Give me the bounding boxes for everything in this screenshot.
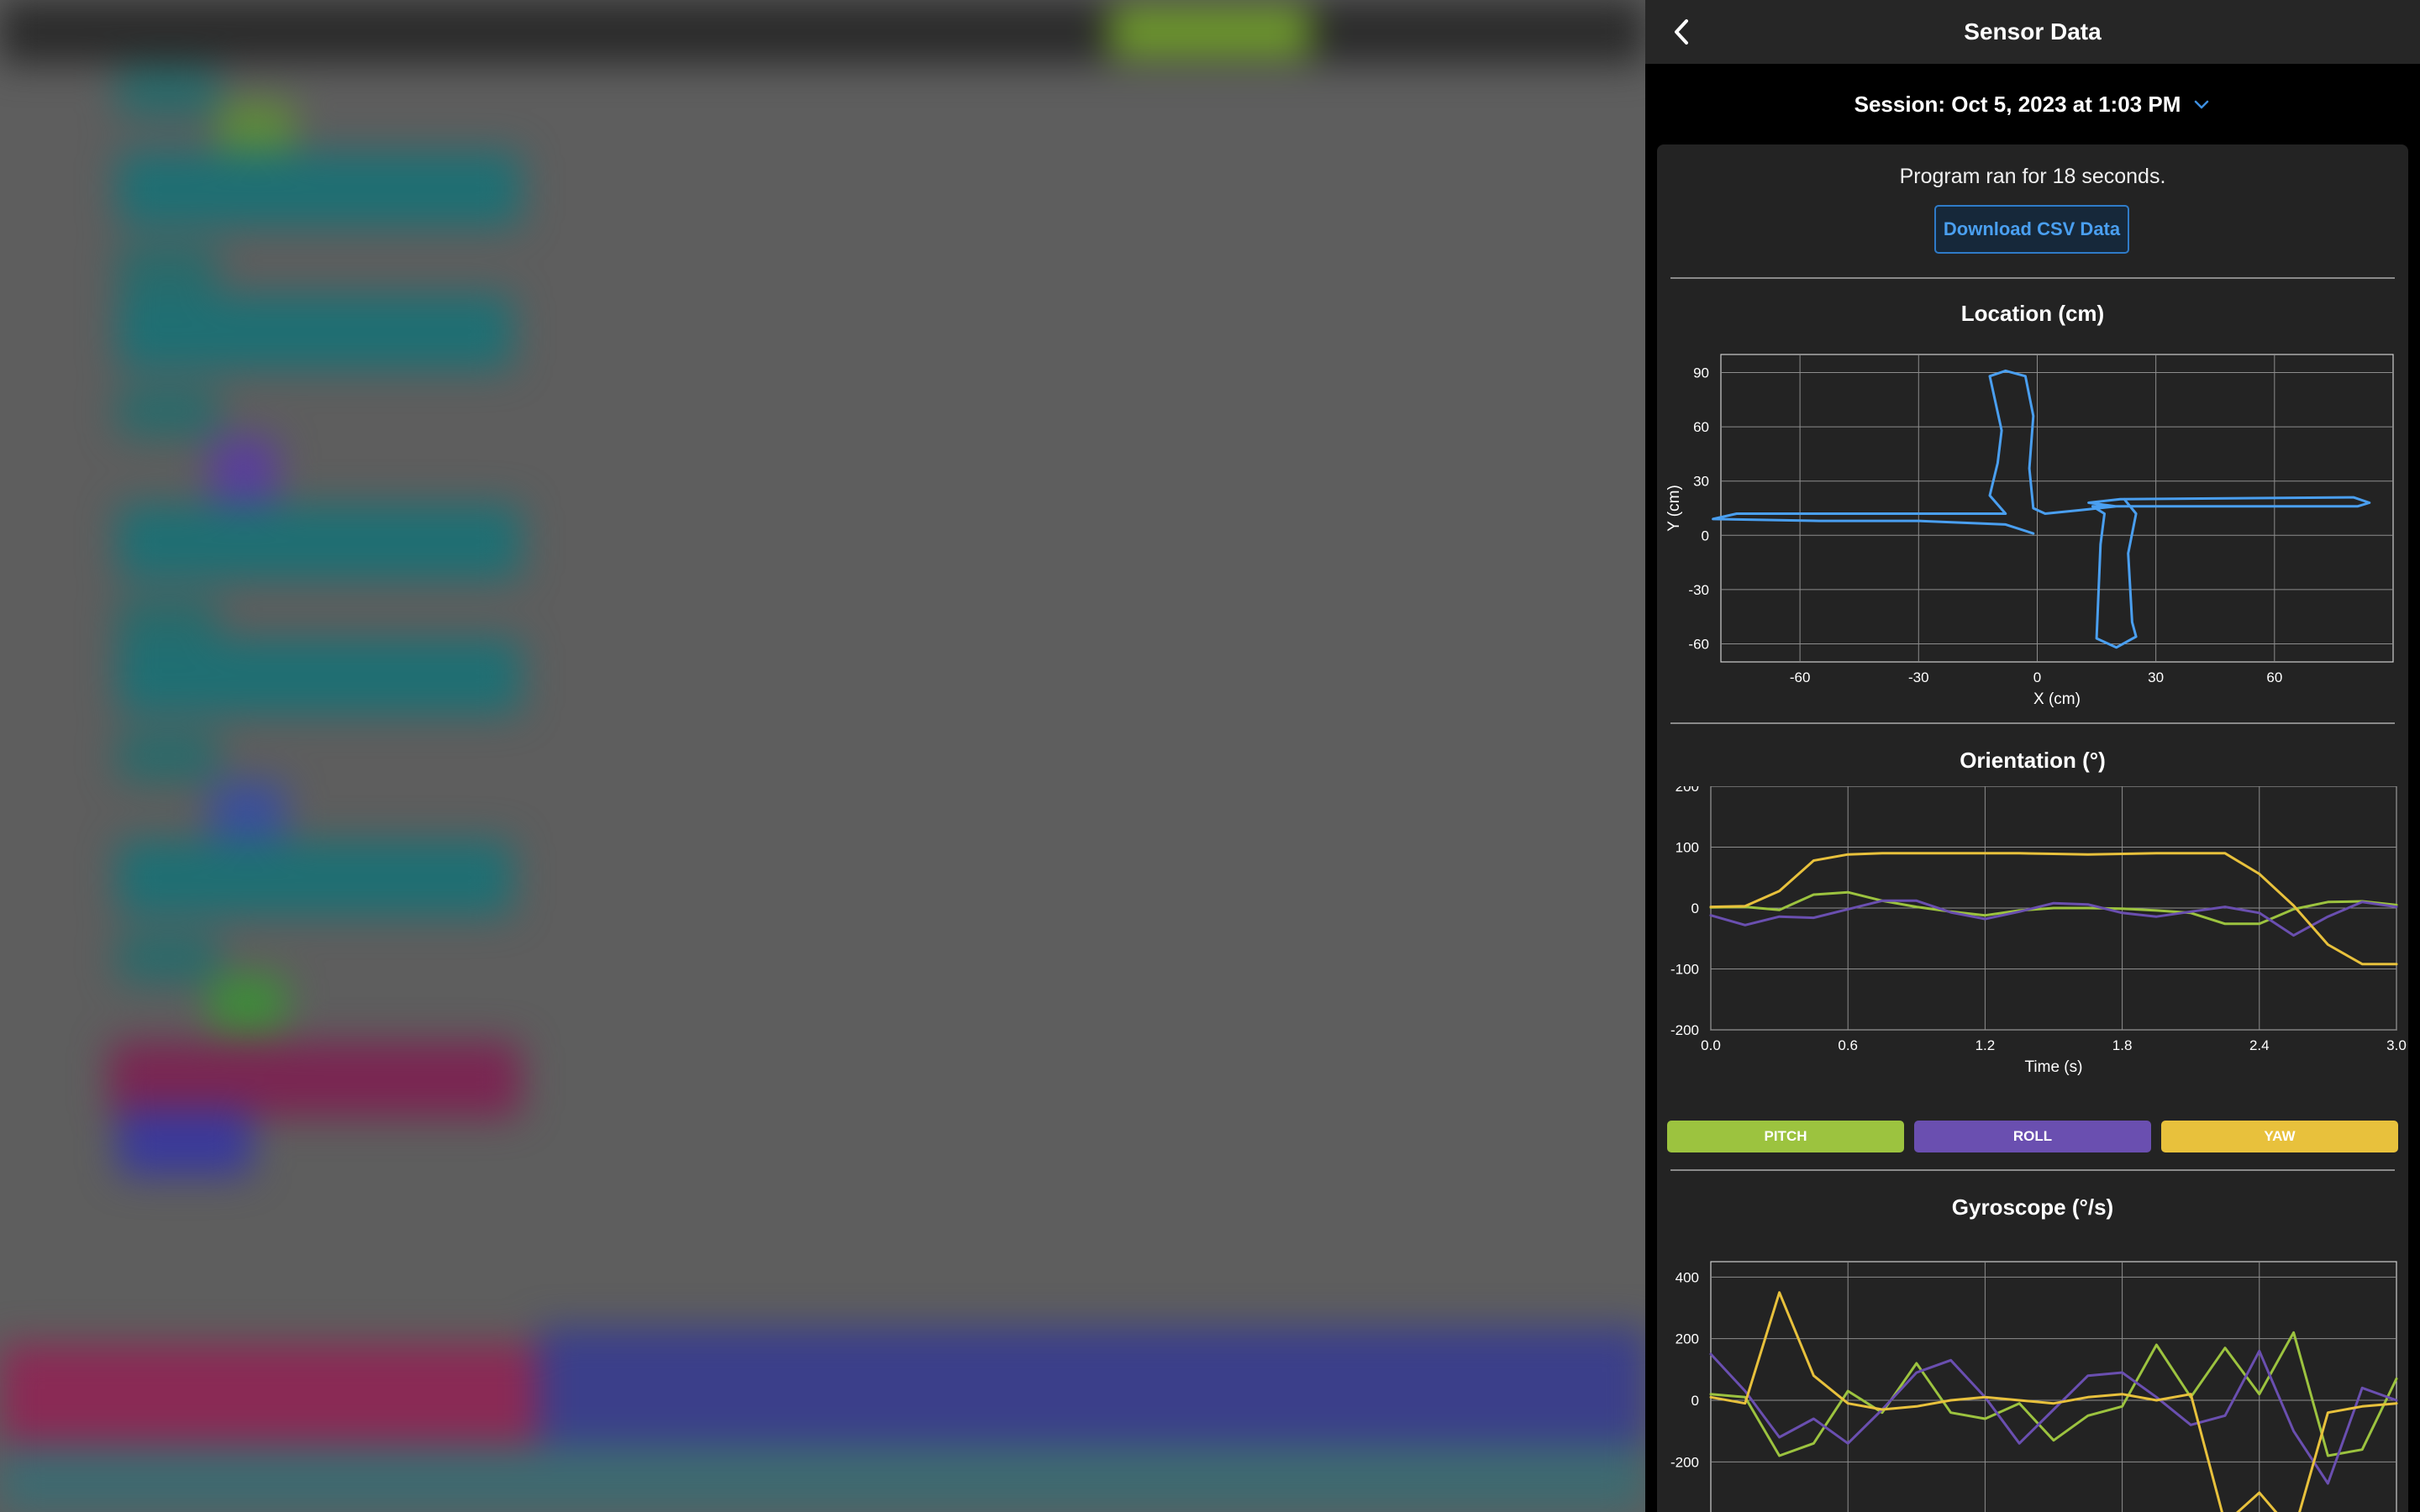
- y-tick-label: -200: [1670, 1454, 1699, 1470]
- y-tick-label: 400: [1676, 1269, 1699, 1285]
- runtime-text: Program ran for 18 seconds.: [1899, 165, 2166, 188]
- background-block: [109, 1042, 521, 1117]
- legend-roll-button[interactable]: ROLL: [1914, 1121, 2151, 1152]
- pitch-series-line: [1709, 1331, 2398, 1457]
- chevron-down-icon: [2195, 100, 2209, 109]
- background-block: [118, 151, 521, 227]
- background-block: [118, 840, 513, 916]
- y-tick-label: 60: [1693, 419, 1709, 435]
- yaw-series-line: [1709, 1291, 2398, 1512]
- y-tick-label: 0: [1691, 1393, 1699, 1409]
- orientation-chart: 200 100 0 -100 -2000.0 0.6 1.2 1.8 2.4 3.0 Time (s…: [1670, 786, 2407, 1076]
- y-tick-label: -30: [1688, 582, 1709, 598]
- background-toolbar: [0, 0, 1645, 64]
- y-tick-label: 200: [1676, 786, 1699, 795]
- y-tick-label: 200: [1676, 1331, 1699, 1347]
- divider: [1670, 1169, 2395, 1171]
- divider: [1670, 722, 2395, 724]
- background-block: [118, 294, 513, 370]
- back-button[interactable]: [1664, 13, 1701, 50]
- background-block: [538, 1327, 1645, 1445]
- y-tick-label: 100: [1676, 840, 1699, 856]
- panel-title: Sensor Data: [1964, 18, 2102, 45]
- divider: [1670, 277, 2395, 279]
- background-app: [0, 0, 1645, 1512]
- x-tick-label: -60: [1790, 669, 1811, 685]
- chevron-left-icon: [1675, 19, 1688, 45]
- background-block: [0, 1445, 1645, 1512]
- panel-header: Sensor Data: [1645, 0, 2420, 64]
- x-axis-label: Time (s): [2025, 1058, 2083, 1076]
- gyroscope-chart-title: Gyroscope (°/s): [1951, 1194, 2114, 1220]
- x-tick-label: -30: [1908, 669, 1929, 685]
- y-tick-label: 30: [1693, 474, 1709, 490]
- orientation-legend: PITCH ROLL YAW: [1667, 1121, 2398, 1152]
- background-block: [118, 731, 218, 781]
- background-block: [118, 1109, 252, 1176]
- location-chart: 90 60 30 0 -30 -60 -60 -30 0 30 60 X (cm) Y (cm): [1665, 354, 2394, 708]
- y-tick-label: 90: [1693, 365, 1709, 381]
- legend-pitch-button[interactable]: PITCH: [1667, 1121, 1904, 1152]
- y-tick-label: 0: [1691, 900, 1699, 916]
- background-block: [118, 932, 218, 983]
- x-tick-label: 0: [2033, 669, 2041, 685]
- session-selector[interactable]: Session: Oct 5, 2023 at 1:03 PM: [1645, 81, 2420, 128]
- y-axis-label: Y (cm): [1665, 485, 1683, 532]
- x-tick-label: 1.2: [1975, 1037, 1996, 1053]
- x-tick-label: 3.0: [2386, 1037, 2407, 1053]
- plot-frame: [1710, 1261, 2397, 1512]
- x-tick-label: 1.8: [2112, 1037, 2133, 1053]
- y-tick-label: -60: [1688, 636, 1709, 652]
- x-tick-label: 2.4: [2249, 1037, 2270, 1053]
- legend-yaw-button[interactable]: YAW: [2161, 1121, 2398, 1152]
- background-block: [0, 1344, 538, 1445]
- orientation-chart-title: Orientation (°): [1960, 748, 2106, 773]
- background-block: [118, 386, 218, 437]
- sensor-data-panel: Sensor Data Session: Oct 5, 2023 at 1:03…: [1645, 0, 2420, 1512]
- x-tick-label: 0.6: [1838, 1037, 1858, 1053]
- background-block: [210, 437, 277, 504]
- x-tick-label: 30: [2148, 669, 2164, 685]
- download-csv-button[interactable]: Download CSV Data: [1934, 205, 2129, 254]
- x-tick-label: 60: [2266, 669, 2282, 685]
- y-tick-label: 0: [1702, 528, 1709, 543]
- x-tick-label: 0.0: [1701, 1037, 1721, 1053]
- background-block: [210, 974, 286, 1033]
- background-block: [210, 781, 286, 848]
- background-block: [118, 244, 218, 294]
- blurred-content: [0, 0, 1645, 1512]
- path-series-line: [1712, 369, 2371, 649]
- sensor-data-card: Program ran for 18 seconds. Download CSV…: [1657, 144, 2408, 1512]
- session-label: Session: Oct 5, 2023 at 1:03 PM: [1854, 91, 2181, 117]
- y-tick-label: -100: [1670, 962, 1699, 978]
- location-chart-title: Location (cm): [1960, 301, 2105, 326]
- gyroscope-chart: 4002000-200-400: [1670, 1261, 2398, 1512]
- background-block: [118, 504, 521, 580]
- x-axis-label: X (cm): [2033, 690, 2081, 708]
- background-block: [118, 638, 521, 714]
- plot-frame: [1720, 354, 2394, 663]
- roll-series-line: [1709, 1349, 2398, 1485]
- y-tick-label: -200: [1670, 1022, 1699, 1038]
- background-green-button: [1109, 7, 1311, 57]
- background-block: [118, 67, 218, 118]
